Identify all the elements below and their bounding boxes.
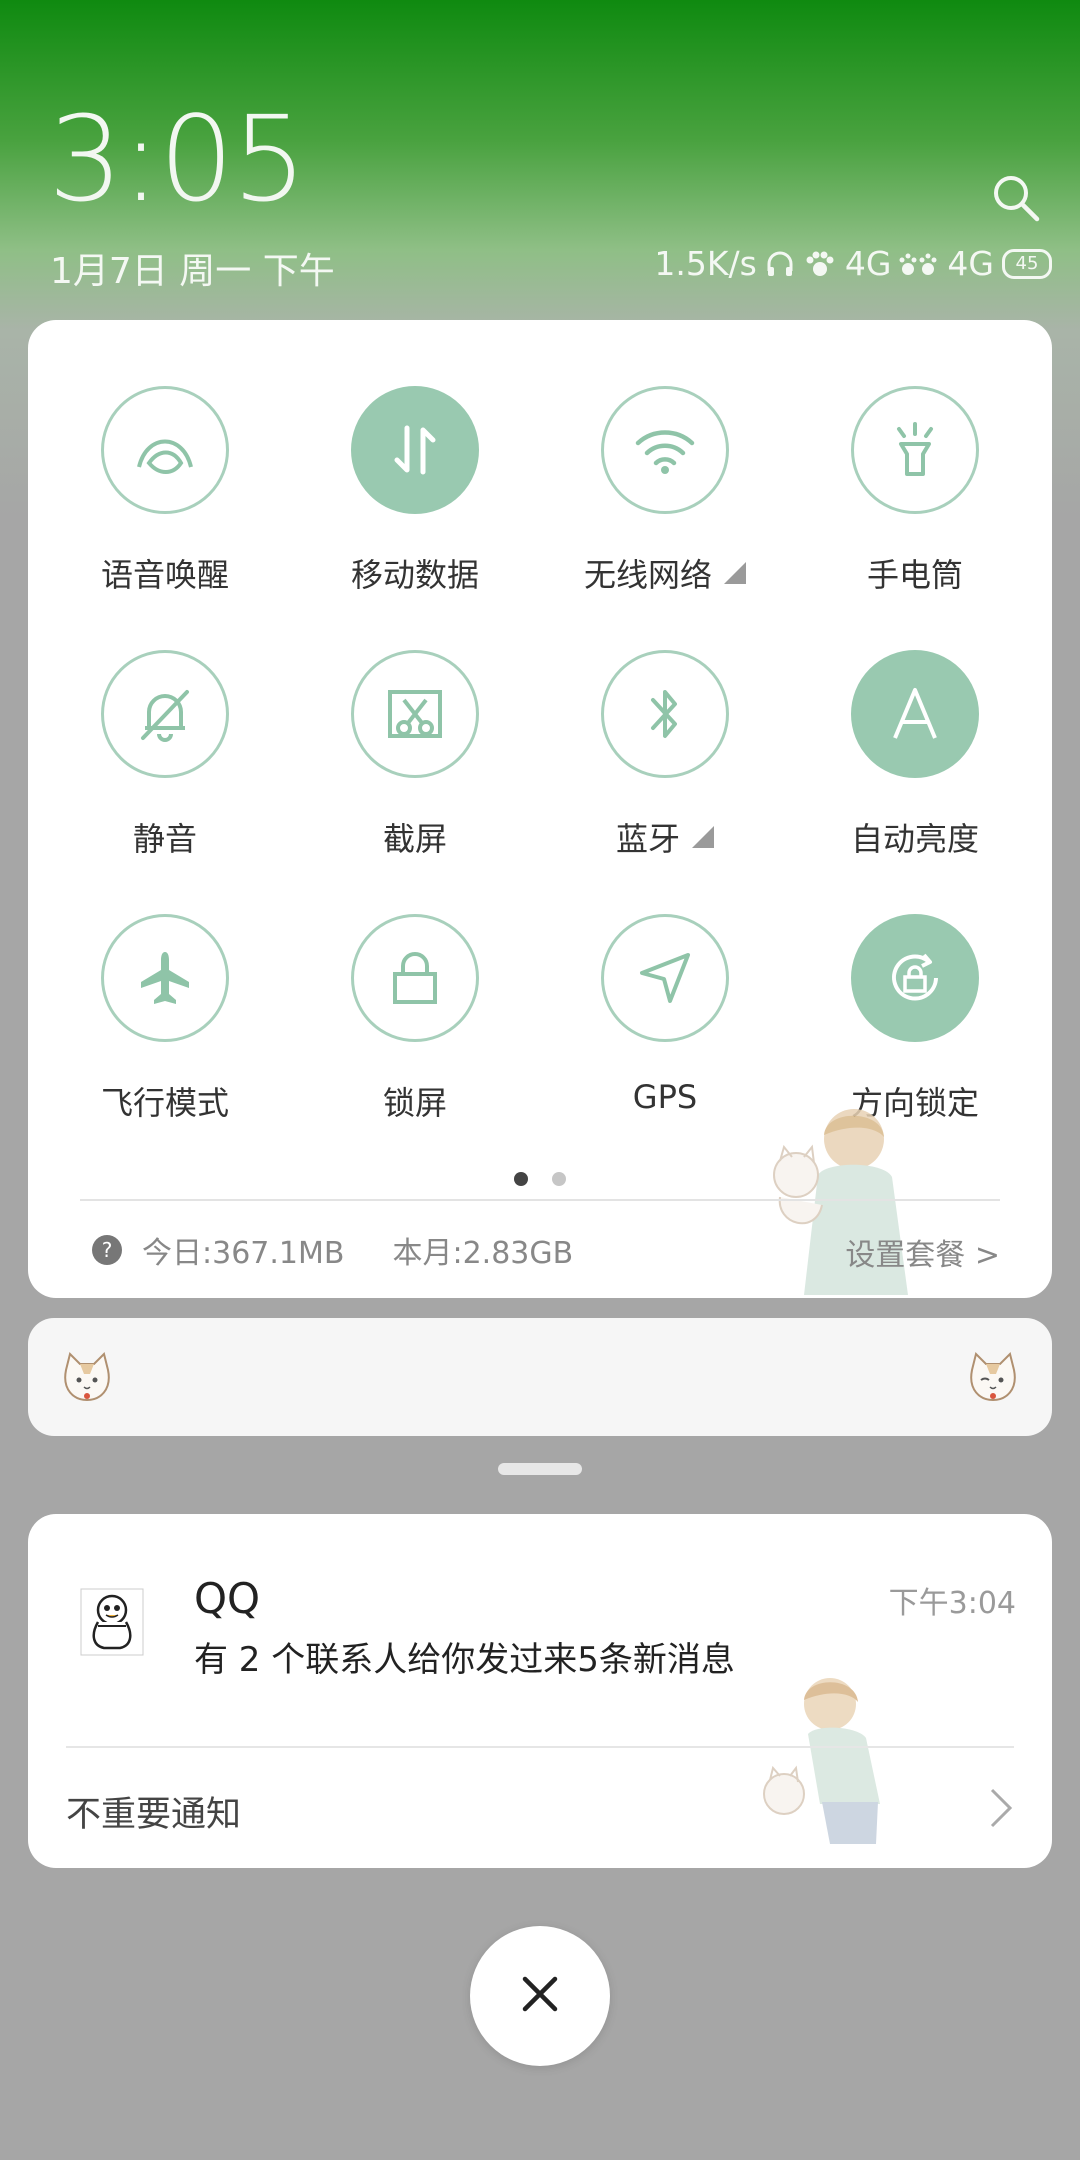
divider [80,1199,1000,1201]
tile-label: GPS [632,1078,698,1116]
tile-screenshot[interactable]: 截屏 [315,650,515,860]
help-icon[interactable]: ? [92,1235,122,1265]
tile-label: 静音 [132,820,197,858]
tile-bluetooth[interactable]: 蓝牙 [565,650,765,860]
close-icon [520,1974,560,2018]
gps-icon [601,914,729,1042]
expand-corner-icon [692,826,714,848]
search-icon[interactable] [990,172,1042,224]
brightness-slider[interactable] [28,1318,1052,1436]
tile-wifi[interactable]: 无线网络 [565,386,765,596]
chevron-right-icon[interactable] [988,1786,1014,1830]
page-dot [514,1172,528,1186]
auto-brightness-icon [851,650,979,778]
mute-bell-icon [101,650,229,778]
tile-voice-wake[interactable]: 语音唤醒 [65,386,265,596]
notification-time: 下午3:04 [888,1586,1016,1621]
screenshot-icon [351,650,479,778]
quick-settings-panel: 语音唤醒 移动数据 无线网络 手电筒 静音 截屏 蓝牙 自动亮度 飞行模式 锁屏… [28,320,1052,1298]
paw-signal-icon [803,249,837,279]
battery-icon: 45 [1002,248,1052,279]
data-today: 今日:367.1MB [142,1236,345,1271]
tile-auto-brightness[interactable]: 自动亮度 [815,650,1015,860]
mobile-data-icon [351,386,479,514]
notification-card[interactable]: QQ 下午3:04 有 2 个联系人给你发过来5条新消息 不重要通知 [28,1514,1052,1868]
status-bar: 1.5K/s 4G 4G 45 [654,244,1052,283]
tile-airplane[interactable]: 飞行模式 [65,914,265,1124]
qq-penguin-icon [80,1588,144,1656]
notification-text: 有 2 个联系人给你发过来5条新消息 [194,1640,735,1680]
sim2-network-label: 4G [947,244,994,283]
tile-mobile-data[interactable]: 移动数据 [315,386,515,596]
bluetooth-icon [601,650,729,778]
net-speed: 1.5K/s [654,244,757,283]
tile-gps[interactable]: GPS [565,914,765,1116]
date-label: 1月7日 周一 下午 [50,251,335,292]
tile-lock-screen[interactable]: 锁屏 [315,914,515,1124]
flashlight-icon [851,386,979,514]
tile-label: 语音唤醒 [100,556,229,594]
tile-flashlight[interactable]: 手电筒 [815,386,1015,596]
lock-icon [351,914,479,1042]
unimportant-notifications-link[interactable]: 不重要通知 [66,1786,241,1837]
tile-rotation-lock[interactable]: 方向锁定 [815,914,1015,1124]
tile-label: 自动亮度 [850,820,979,858]
tile-mute[interactable]: 静音 [65,650,265,860]
cat-face-icon [60,1350,114,1404]
clear-all-button[interactable] [470,1926,610,2066]
tile-label: 无线网络 [583,556,712,594]
tile-label: 手电筒 [866,556,963,594]
set-plan-link[interactable]: 设置套餐 > [845,1230,1000,1274]
page-dot [552,1172,566,1186]
voice-wake-icon [101,386,229,514]
tile-label: 移动数据 [350,556,479,594]
sim1-network-label: 4G [844,244,892,283]
airplane-icon [101,914,229,1042]
paw-signal-icon [899,249,939,279]
cat-face-icon[interactable] [966,1350,1020,1404]
page-indicator [28,1172,1052,1186]
tile-label: 截屏 [382,820,447,858]
tile-label: 锁屏 [382,1084,447,1122]
divider [66,1746,1014,1748]
tile-label: 飞行模式 [100,1084,229,1122]
drag-handle[interactable] [498,1463,582,1475]
data-month: 本月:2.83GB [392,1236,574,1271]
tile-label: 蓝牙 [615,820,680,858]
clock-time: 3:05 [48,90,307,228]
wifi-icon [601,386,729,514]
notification-app-name: QQ [194,1574,261,1623]
data-usage-summary: ? 今日:367.1MB 本月:2.83GB [92,1228,573,1272]
anime-illustration [758,1674,918,1868]
rotation-lock-icon [851,914,979,1042]
expand-corner-icon [724,562,746,584]
headphone-icon [765,249,795,279]
